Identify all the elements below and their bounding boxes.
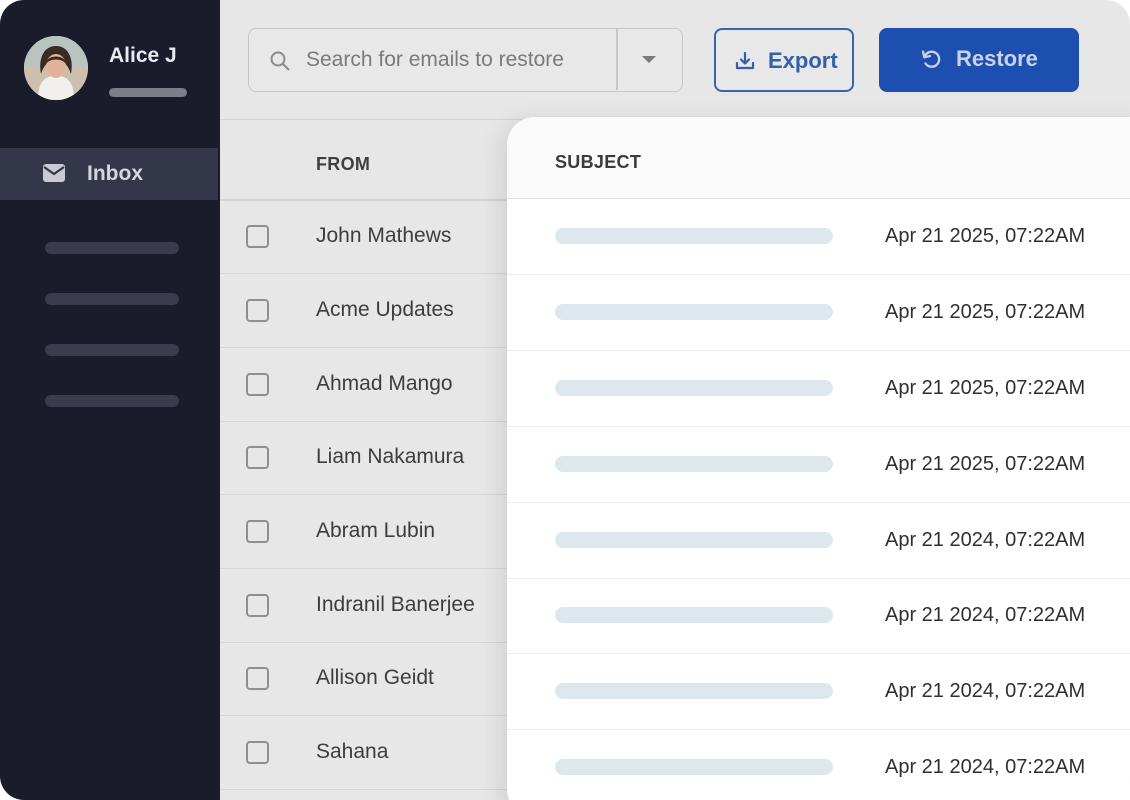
row-from: Indranil Banerjee xyxy=(316,593,475,616)
subject-placeholder xyxy=(555,304,833,320)
sidebar-item-placeholder xyxy=(45,395,179,407)
row-from: Liam Nakamura xyxy=(316,445,465,468)
row-from: Acme Updates xyxy=(316,298,454,321)
sidebar-item-placeholder xyxy=(45,293,179,305)
list-item[interactable]: Apr 21 2025, 07:22AM xyxy=(507,199,1130,275)
list-item[interactable]: Apr 21 2024, 07:22AM xyxy=(507,654,1130,730)
list-item[interactable]: Apr 21 2024, 07:22AM xyxy=(507,503,1130,579)
sidebar-item-inbox[interactable]: Inbox xyxy=(0,148,218,200)
row-checkbox[interactable] xyxy=(246,667,269,690)
row-date: Apr 21 2025, 07:22AM xyxy=(885,453,1086,475)
row-checkbox[interactable] xyxy=(246,594,269,617)
restore-button[interactable]: Restore xyxy=(879,28,1079,92)
row-checkbox[interactable] xyxy=(246,446,269,469)
row-date: Apr 21 2025, 07:22AM xyxy=(885,301,1086,323)
avatar-image xyxy=(24,36,88,100)
row-date: Apr 21 2025, 07:22AM xyxy=(885,225,1086,247)
sidebar-item-label: Inbox xyxy=(87,162,143,185)
app-window: Alice J Inbox Search for emails to resto… xyxy=(0,0,1130,800)
subject-placeholder xyxy=(555,456,833,472)
subject-placeholder xyxy=(555,228,833,244)
list-item[interactable]: Apr 21 2025, 07:22AM xyxy=(507,275,1130,351)
list-item[interactable]: Apr 21 2025, 07:22AM xyxy=(507,351,1130,427)
row-date: Apr 21 2024, 07:22AM xyxy=(885,529,1086,551)
row-date: Apr 21 2024, 07:22AM xyxy=(885,756,1086,778)
download-icon xyxy=(735,51,755,70)
column-header-from: FROM xyxy=(316,154,371,174)
subject-placeholder xyxy=(555,532,833,548)
list-item[interactable]: Apr 21 2024, 07:22AM xyxy=(507,730,1130,800)
search-bar xyxy=(248,28,683,92)
user-subtitle-placeholder xyxy=(109,88,187,97)
export-button[interactable]: Export xyxy=(714,28,854,92)
subject-placeholder xyxy=(555,607,833,623)
row-from: John Mathews xyxy=(316,224,452,247)
search-filter-dropdown[interactable] xyxy=(617,29,681,90)
chevron-down-icon xyxy=(642,56,656,63)
sidebar-item-placeholder xyxy=(45,344,179,356)
subject-placeholder xyxy=(555,759,833,775)
panel-header: SUBJECT xyxy=(507,117,1130,199)
list-item[interactable]: Apr 21 2025, 07:22AM xyxy=(507,427,1130,503)
restore-label: Restore xyxy=(956,46,1038,71)
row-checkbox[interactable] xyxy=(246,299,269,322)
subject-date-panel: SUBJECT Apr 21 2025, 07:22AM Apr 21 2025… xyxy=(507,117,1130,800)
subject-placeholder xyxy=(555,380,833,396)
export-label: Export xyxy=(768,48,838,73)
subject-placeholder xyxy=(555,683,833,699)
row-checkbox[interactable] xyxy=(246,373,269,396)
avatar[interactable] xyxy=(24,36,88,100)
user-name: Alice J xyxy=(109,44,177,67)
list-item[interactable]: Apr 21 2024, 07:22AM xyxy=(507,578,1130,654)
column-header-subject: SUBJECT xyxy=(555,152,642,172)
row-date: Apr 21 2025, 07:22AM xyxy=(885,377,1086,399)
row-date: Apr 21 2024, 07:22AM xyxy=(885,680,1086,702)
row-from: Ahmad Mango xyxy=(316,372,453,395)
search-icon xyxy=(270,51,290,71)
search-input[interactable] xyxy=(306,43,611,77)
row-from: Allison Geidt xyxy=(316,666,434,689)
sidebar: Alice J Inbox xyxy=(0,0,220,800)
row-date: Apr 21 2024, 07:22AM xyxy=(885,604,1086,626)
sidebar-item-placeholder xyxy=(45,242,179,254)
mail-icon xyxy=(43,164,65,182)
row-from: Abram Lubin xyxy=(316,519,436,542)
row-checkbox[interactable] xyxy=(246,520,269,543)
row-checkbox[interactable] xyxy=(246,225,269,248)
row-from: Sahana xyxy=(316,740,389,763)
restore-icon xyxy=(921,50,941,68)
row-checkbox[interactable] xyxy=(246,741,269,764)
